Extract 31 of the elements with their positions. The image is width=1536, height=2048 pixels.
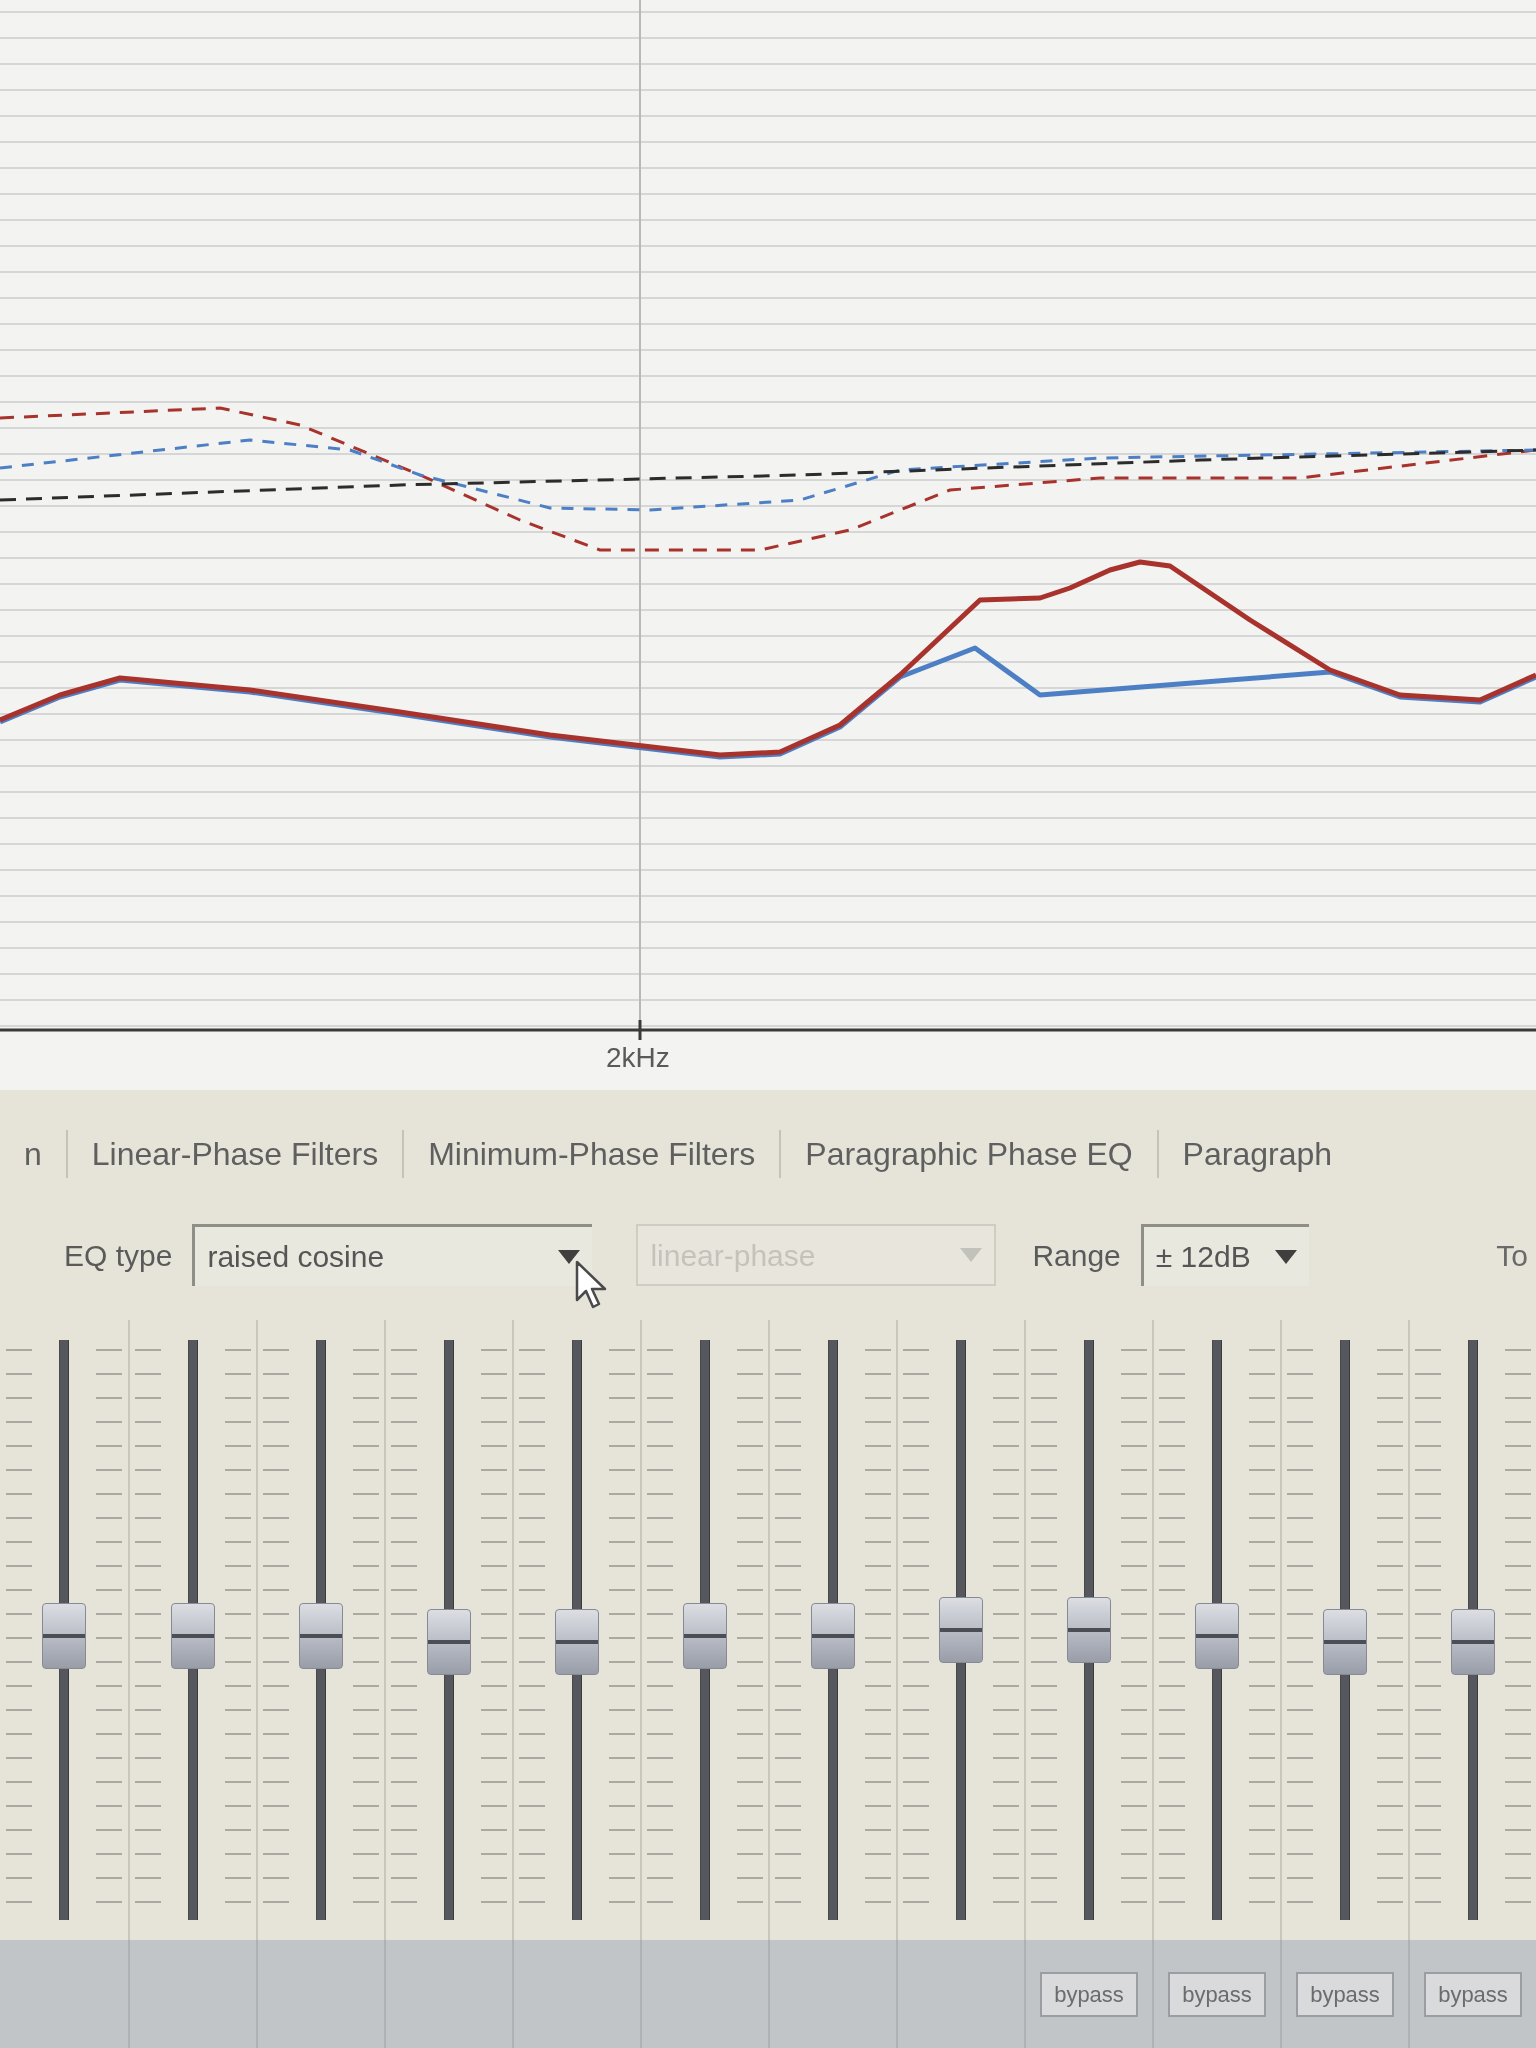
eq-type-dropdown[interactable]: raised cosine (192, 1224, 593, 1286)
tab[interactable]: Linear-Phase Filters (67, 1130, 403, 1178)
fader-thumb[interactable] (1067, 1597, 1111, 1663)
fader-thumb[interactable] (555, 1608, 599, 1675)
tab[interactable]: n (0, 1130, 66, 1178)
tab[interactable]: Minimum-Phase Filters (404, 1130, 780, 1178)
caret-icon (1274, 1249, 1297, 1264)
tab[interactable]: Paragraphic Phase EQ (781, 1130, 1157, 1178)
eq-type-label: EQ type (64, 1237, 173, 1274)
caret-icon (960, 1248, 983, 1262)
fader-thumb[interactable] (1323, 1608, 1367, 1675)
fader-thumb[interactable] (427, 1608, 471, 1675)
fader-thumb[interactable] (811, 1602, 855, 1669)
bypass-button[interactable]: bypass (1296, 1971, 1394, 2017)
bypass-button[interactable]: bypass (1040, 1971, 1138, 2017)
fader-thumb[interactable] (42, 1602, 86, 1669)
fader-thumb[interactable] (171, 1602, 215, 1669)
fader-thumb[interactable] (939, 1597, 983, 1663)
tab[interactable]: Paragraph (1158, 1130, 1357, 1178)
axis-tick-label: 2kHz (606, 1042, 670, 1073)
toolbar-label: To (1496, 1237, 1528, 1274)
caret-icon (558, 1249, 581, 1264)
fader-thumb[interactable] (1195, 1602, 1239, 1669)
fader-thumb[interactable] (299, 1602, 343, 1669)
range-dropdown[interactable]: ± 12dB (1140, 1224, 1309, 1286)
cursor-icon (575, 1260, 609, 1310)
bypass-button[interactable]: bypass (1424, 1971, 1522, 2017)
range-label: Range (1032, 1237, 1121, 1274)
fader-thumb[interactable] (683, 1602, 727, 1669)
bypass-button[interactable]: bypass (1168, 1971, 1266, 2017)
fader-thumb[interactable] (1451, 1608, 1495, 1675)
